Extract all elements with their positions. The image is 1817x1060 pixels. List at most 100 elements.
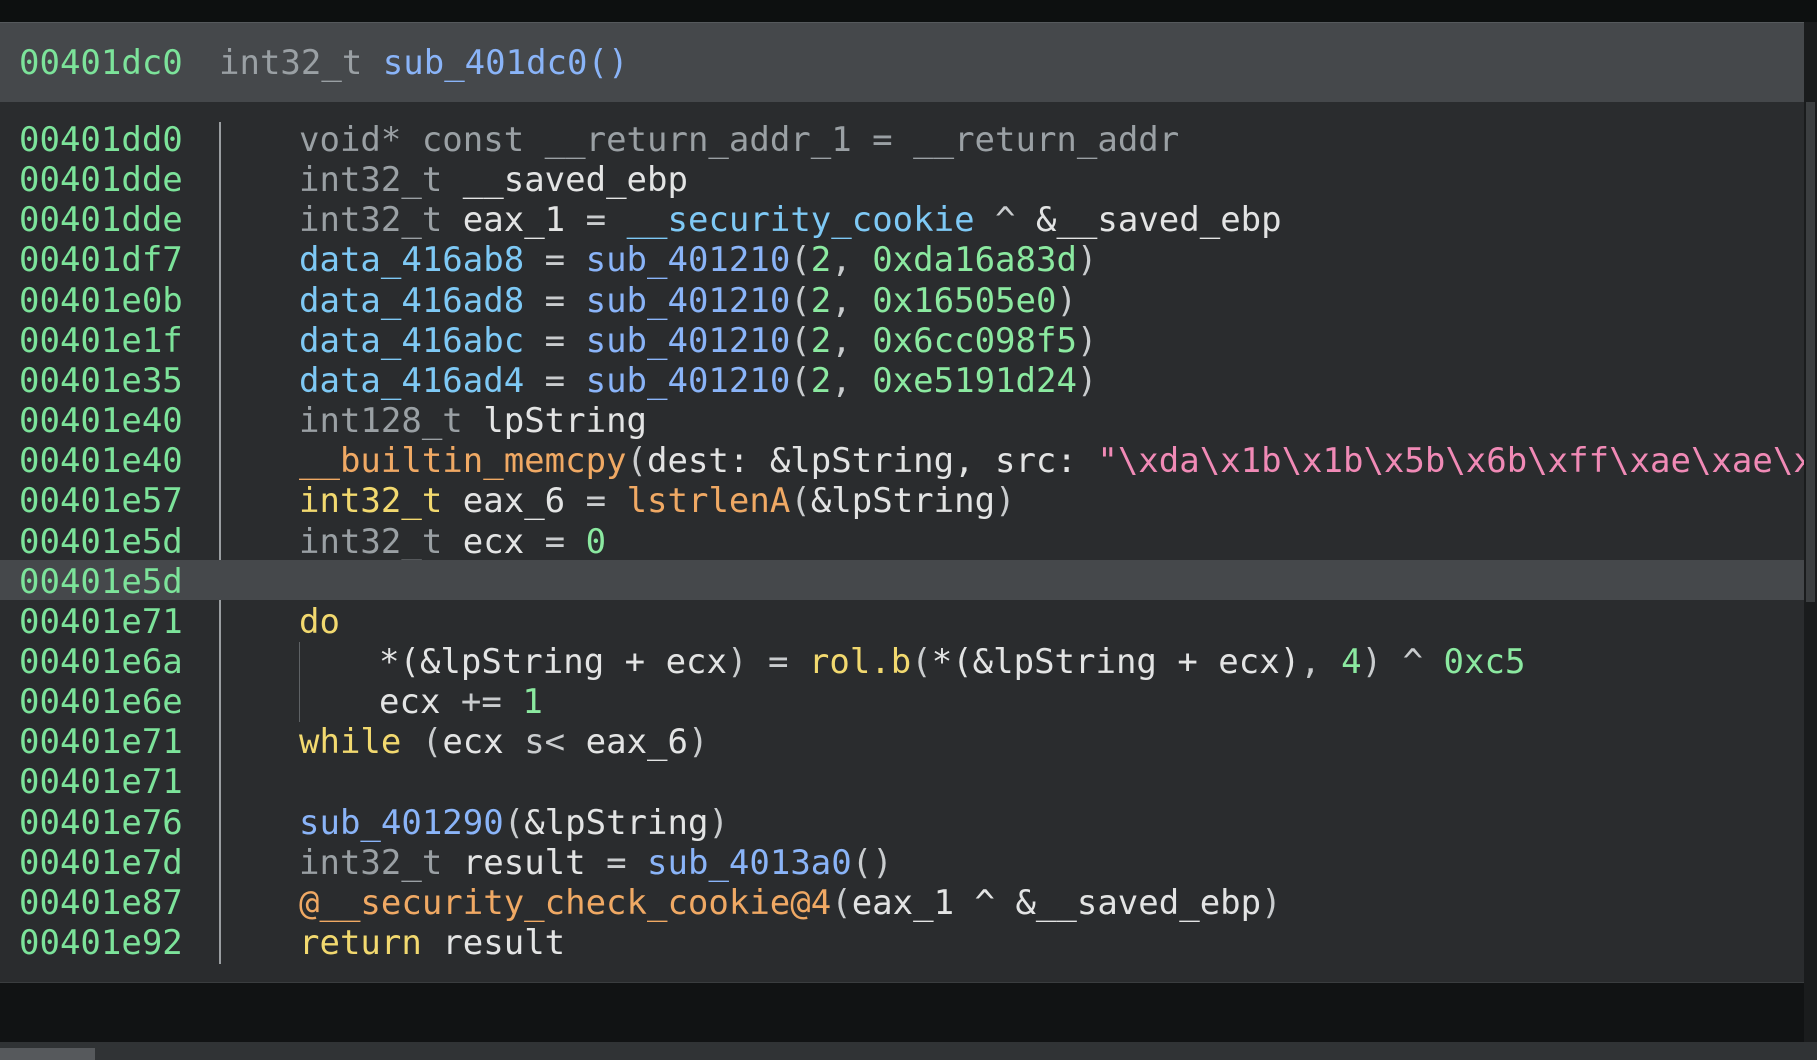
code-line[interactable]: 00401e6e ecx += 1 [0,680,1804,722]
code-line[interactable]: 00401dde int32_t __saved_ebp [0,158,1804,200]
code-token[interactable]: while [299,722,401,762]
code-token[interactable]: ) ^ [1362,642,1444,682]
code-text[interactable]: data_416ad4 = sub_401210(2, 0xe5191d24) [299,361,1097,401]
code-token[interactable]: int32_t [299,522,442,562]
code-token[interactable]: &lpString [811,481,995,521]
code-line[interactable]: 00401e6a *(&lpString + ecx) = rol.b(*(&lp… [0,640,1804,682]
line-address[interactable]: 00401dd0 [19,120,183,160]
code-token[interactable] [442,200,462,240]
code-token[interactable]: , [1300,642,1341,682]
code-line[interactable]: 00401dd0 void* const __return_addr_1 = __… [0,118,1804,160]
code-line[interactable]: 00401e1f data_416abc = sub_401210(2, 0x6c… [0,319,1804,361]
line-address[interactable]: 00401e40 [19,441,183,481]
code-token[interactable]: int128_t [299,401,463,441]
code-text[interactable]: void* const __return_addr_1 = __return_a… [299,120,1179,160]
code-line[interactable]: 00401dde int32_t eax_1 = __security_cooki… [0,198,1804,240]
code-token[interactable]: lstrlenA [627,481,791,521]
code-token[interactable] [422,923,442,963]
code-token[interactable] [442,843,462,883]
code-text[interactable]: int32_t eax_6 = lstrlenA(&lpString) [299,481,1016,521]
code-token[interactable]: ( [504,803,524,843]
code-token[interactable]: ) [688,722,708,762]
code-line[interactable]: 00401e71 [0,760,1804,802]
code-token[interactable] [463,401,483,441]
code-token[interactable]: int32_t [299,160,442,200]
code-token[interactable]: 2 [811,240,831,280]
line-address[interactable]: 00401e71 [19,602,183,642]
code-token[interactable]: 1 [522,682,542,722]
horizontal-scrollbar[interactable] [0,1042,1817,1060]
code-token[interactable]: do [299,602,340,642]
code-token[interactable]: __return_addr [913,120,1179,160]
code-text[interactable]: int32_t __saved_ebp [299,160,688,200]
code-line[interactable]: 00401e92 return result [0,921,1804,963]
code-token[interactable]: , [831,361,872,401]
code-token[interactable]: ( [790,361,810,401]
code-text[interactable]: int32_t eax_1 = __security_cookie ^ &__s… [299,200,1282,240]
code-token[interactable]: ecx [463,522,524,562]
code-token[interactable]: ecx [379,682,440,722]
code-token[interactable]: = [524,240,585,280]
code-text[interactable]: int32_t ecx = 0 [299,522,606,562]
code-line[interactable]: 00401e40 int128_t lpString [0,399,1804,441]
code-token[interactable]: ( [790,240,810,280]
function-name[interactable]: sub_401dc0 [383,43,588,83]
code-token[interactable]: data_416ab8 [299,240,524,280]
code-token[interactable]: 0xc5 [1444,642,1526,682]
code-token[interactable]: ) [1077,321,1097,361]
code-token[interactable]: ) = [727,642,809,682]
code-token[interactable]: rol.b [809,642,911,682]
code-token[interactable]: data_416abc [299,321,524,361]
code-token[interactable]: ) [995,481,1015,521]
code-token[interactable]: *(&lpString + ecx) [932,642,1300,682]
code-token[interactable]: __security_cookie [627,200,975,240]
code-line[interactable]: 00401e35 data_416ad4 = sub_401210(2, 0xe5… [0,359,1804,401]
code-token[interactable]: data_416ad8 [299,281,524,321]
code-token[interactable]: ( [790,281,810,321]
code-token[interactable]: 0xe5191d24 [872,361,1077,401]
code-token[interactable]: @__security_check_cookie@4 [299,883,831,923]
code-token[interactable]: dest: &lpString, src: [647,441,1097,481]
code-token[interactable]: data_416ad4 [299,361,524,401]
code-token[interactable]: return [299,923,422,963]
horizontal-scroll-thumb[interactable] [0,1048,95,1060]
code-token[interactable]: = [524,522,585,562]
line-address[interactable]: 00401e92 [19,923,183,963]
code-token[interactable]: int32_t [299,481,442,521]
code-token[interactable]: = [565,200,626,240]
code-token[interactable]: 2 [811,361,831,401]
code-line[interactable]: 00401e87 @__security_check_cookie@4(eax_1… [0,881,1804,923]
code-text[interactable]: while (ecx s< eax_6) [299,722,708,762]
code-token[interactable]: 4 [1341,642,1361,682]
code-token[interactable]: 0x6cc098f5 [872,321,1077,361]
code-text[interactable]: return result [299,923,565,963]
code-token[interactable]: , [831,281,872,321]
code-text[interactable]: data_416ab8 = sub_401210(2, 0xda16a83d) [299,240,1097,280]
code-line[interactable]: 00401e0b data_416ad8 = sub_401210(2, 0x16… [0,279,1804,321]
code-text[interactable]: data_416abc = sub_401210(2, 0x6cc098f5) [299,321,1097,361]
code-token[interactable]: __saved_ebp [463,160,688,200]
code-text[interactable]: @__security_check_cookie@4(eax_1 ^ &__sa… [299,883,1282,923]
code-token[interactable]: sub_401210 [586,361,791,401]
code-text[interactable]: ecx += 1 [379,682,543,722]
line-address[interactable]: 00401dde [19,160,183,200]
code-token[interactable]: result [463,843,586,883]
code-token[interactable]: = [565,481,626,521]
code-token[interactable]: lpString [483,401,647,441]
line-address[interactable]: 00401e6e [19,682,183,722]
line-address[interactable]: 00401e0b [19,281,183,321]
line-address[interactable]: 00401dde [19,200,183,240]
code-token[interactable]: ) [708,803,728,843]
line-address[interactable]: 00401e5d [19,522,183,562]
code-text[interactable]: __builtin_memcpy(dest: &lpString, src: "… [299,441,1804,481]
code-token[interactable]: ( [790,321,810,361]
code-token[interactable] [442,160,462,200]
code-token[interactable]: &lpString [524,803,708,843]
code-token[interactable]: = [524,281,585,321]
code-text[interactable]: do [299,602,340,642]
code-token[interactable]: eax_6 [586,722,688,762]
code-token[interactable]: void* const [299,120,524,160]
code-token[interactable]: int32_t [299,843,442,883]
line-address[interactable]: 00401e40 [19,401,183,441]
code-line[interactable]: 00401e57 int32_t eax_6 = lstrlenA(&lpStri… [0,479,1804,521]
